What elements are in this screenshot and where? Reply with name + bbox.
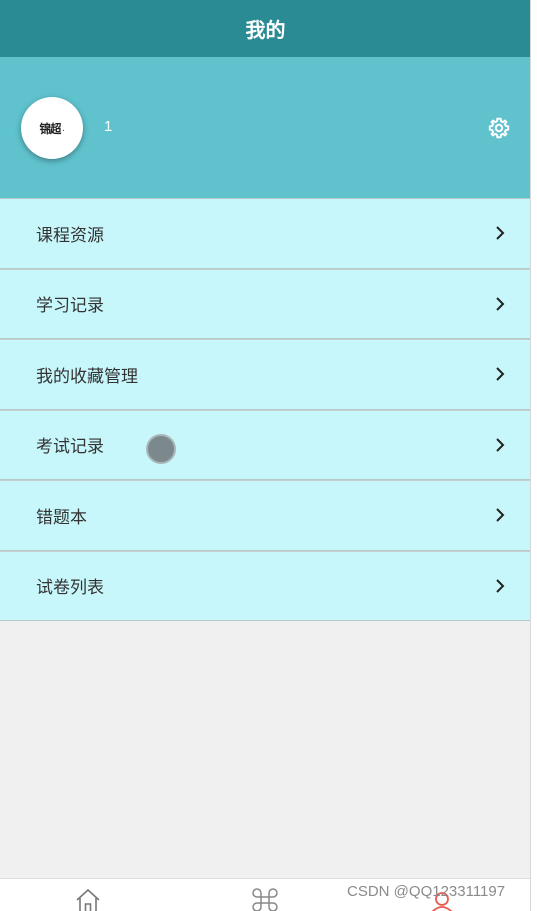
settings-button[interactable]	[487, 116, 511, 140]
menu-item-label: 错题本	[36, 507, 87, 528]
chevron-right-icon	[496, 579, 505, 593]
menu-item-course-resources[interactable]: 课程资源	[0, 198, 530, 269]
menu-item-label: 我的收藏管理	[36, 366, 138, 387]
menu-item-exam-records[interactable]: 考试记录	[0, 409, 530, 480]
chevron-right-icon	[496, 438, 505, 452]
avatar-dot: .	[62, 122, 65, 134]
gear-icon	[488, 117, 510, 139]
menu-item-label: 考试记录	[36, 437, 104, 458]
menu-item-exam-papers[interactable]: 试卷列表	[0, 550, 530, 621]
chevron-right-icon	[496, 508, 505, 522]
touch-indicator	[146, 434, 176, 464]
home-icon	[76, 888, 100, 911]
menu-item-label: 课程资源	[36, 225, 104, 246]
chevron-right-icon	[496, 297, 505, 311]
menu-item-favorites[interactable]: 我的收藏管理	[0, 339, 530, 410]
avatar-text: 锦超	[39, 121, 62, 136]
page-title: 我的	[245, 18, 286, 42]
menu-list: 课程资源 学习记录 我的收藏管理 考试记录 错题本 试卷列表	[0, 198, 530, 621]
chevron-right-icon	[496, 367, 505, 381]
watermark: CSDN @QQ123311197	[347, 883, 506, 900]
tab-home[interactable]	[73, 887, 103, 911]
chevron-right-icon	[496, 226, 505, 240]
menu-item-wrong-questions[interactable]: 错题本	[0, 480, 530, 551]
username: 1	[104, 118, 113, 135]
profile-header: 锦超. 1	[0, 57, 530, 198]
right-margin	[531, 0, 537, 911]
navigation-bar: 我的	[0, 0, 530, 57]
menu-item-label: 试卷列表	[36, 578, 104, 599]
tab-category[interactable]	[250, 887, 280, 911]
menu-item-study-records[interactable]: 学习记录	[0, 268, 530, 339]
avatar[interactable]: 锦超.	[21, 97, 83, 159]
menu-item-label: 学习记录	[36, 296, 104, 317]
command-icon	[252, 888, 278, 911]
mine-page: 我的 锦超. 1 课程资源 学习记录 我的收藏管理 考试记录 错题本 试卷列表 …	[0, 0, 531, 911]
